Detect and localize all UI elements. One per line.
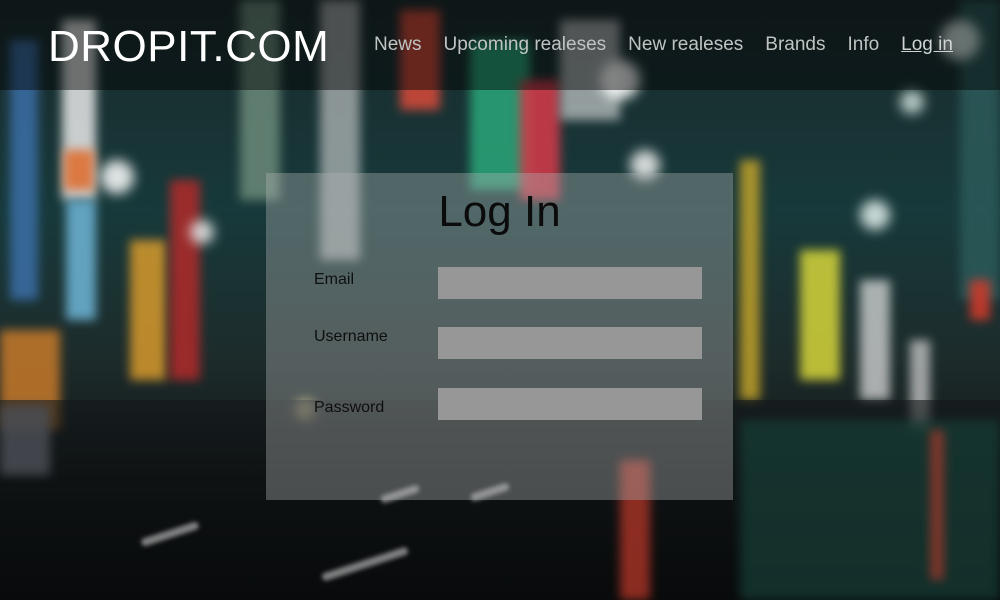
login-panel: Log In Email Username Password bbox=[266, 173, 733, 500]
password-label: Password bbox=[314, 399, 385, 416]
email-field[interactable] bbox=[438, 267, 702, 299]
nav-item-log-in[interactable]: Log in bbox=[901, 34, 953, 56]
username-label: Username bbox=[314, 328, 388, 345]
site-logo[interactable]: DROPIT.COM bbox=[48, 22, 329, 72]
email-label: Email bbox=[314, 271, 355, 288]
login-title: Log In bbox=[438, 187, 561, 236]
main-nav: News Upcoming realeses New realeses Bran… bbox=[374, 34, 975, 56]
nav-item-news[interactable]: News bbox=[374, 34, 422, 56]
nav-item-info[interactable]: Info bbox=[847, 34, 879, 56]
nav-item-upcoming-releases[interactable]: Upcoming realeses bbox=[444, 34, 607, 56]
nav-item-new-releases[interactable]: New realeses bbox=[628, 34, 743, 56]
password-field[interactable] bbox=[438, 388, 702, 420]
nav-item-brands[interactable]: Brands bbox=[765, 34, 825, 56]
site-header: DROPIT.COM News Upcoming realeses New re… bbox=[0, 0, 1000, 90]
username-field[interactable] bbox=[438, 327, 702, 359]
